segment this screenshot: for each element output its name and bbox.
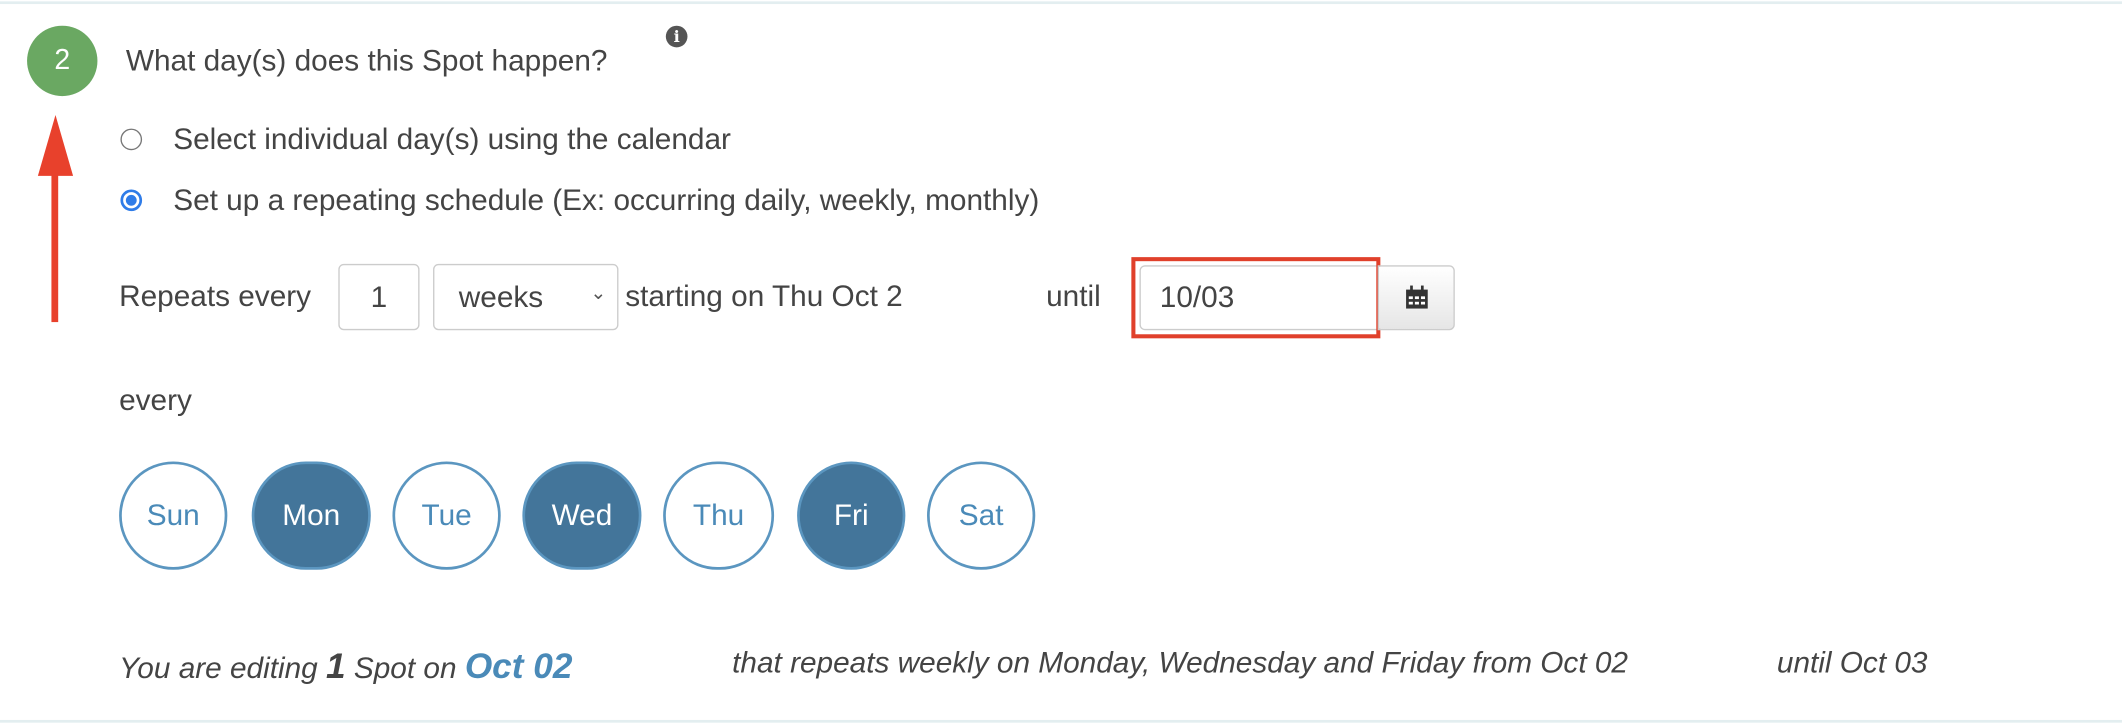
step-number-badge: 2: [27, 25, 98, 97]
info-circle-icon[interactable]: i: [665, 25, 688, 48]
bottom-divider: [0, 719, 2122, 723]
step-number: 2: [54, 44, 71, 76]
interval-value: 1: [370, 279, 388, 314]
summary-text: You are editing 1 Spot on Oct 02: [119, 646, 572, 688]
summary-repeat-text: that repeats weekly on Monday, Wednesday…: [732, 645, 1628, 680]
unit-select-value: weeks: [458, 279, 544, 314]
day-toggle-tue[interactable]: Tue: [392, 461, 501, 570]
summary-count: 1: [326, 645, 346, 687]
day-toggle-mon[interactable]: Mon: [251, 461, 371, 570]
chevron-down-icon: ⌄: [590, 281, 607, 304]
every-label: every: [119, 382, 192, 417]
section-title: What day(s) does this Spot happen?: [125, 43, 608, 78]
until-label: until: [1046, 278, 1101, 313]
summary-date: Oct 02: [464, 645, 573, 687]
radio-repeating-schedule[interactable]: [120, 189, 143, 212]
summary-part1: You are editing: [119, 650, 318, 685]
day-toggle-sat[interactable]: Sat: [927, 461, 1036, 570]
radio-individual-days-label[interactable]: Select individual day(s) using the calen…: [173, 122, 731, 157]
day-toggle-sun[interactable]: Sun: [119, 461, 228, 570]
day-toggle-fri[interactable]: Fri: [797, 461, 906, 570]
repeats-every-label: Repeats every: [119, 278, 312, 313]
interval-input[interactable]: 1: [338, 263, 420, 331]
calendar-button[interactable]: [1377, 265, 1455, 331]
summary-until-text: until Oct 03: [1776, 645, 1928, 680]
calendar-icon: [1405, 285, 1428, 309]
day-toggle-wed[interactable]: Wed: [522, 461, 642, 570]
summary-part2: Spot on: [353, 650, 457, 685]
red-highlight-annotation: [1131, 257, 1381, 339]
day-toggle-thu[interactable]: Thu: [663, 461, 775, 570]
repeat-schedule-section: 2 What day(s) does this Spot happen? i S…: [0, 0, 2122, 724]
red-arrow-annotation-icon: [37, 115, 74, 323]
unit-select[interactable]: weeks ⌄: [433, 263, 619, 331]
radio-individual-days[interactable]: [120, 128, 143, 151]
starting-on-label: starting on Thu Oct 2: [625, 278, 903, 313]
radio-repeating-schedule-label[interactable]: Set up a repeating schedule (Ex: occurri…: [173, 183, 1039, 218]
top-divider: [0, 1, 2122, 5]
